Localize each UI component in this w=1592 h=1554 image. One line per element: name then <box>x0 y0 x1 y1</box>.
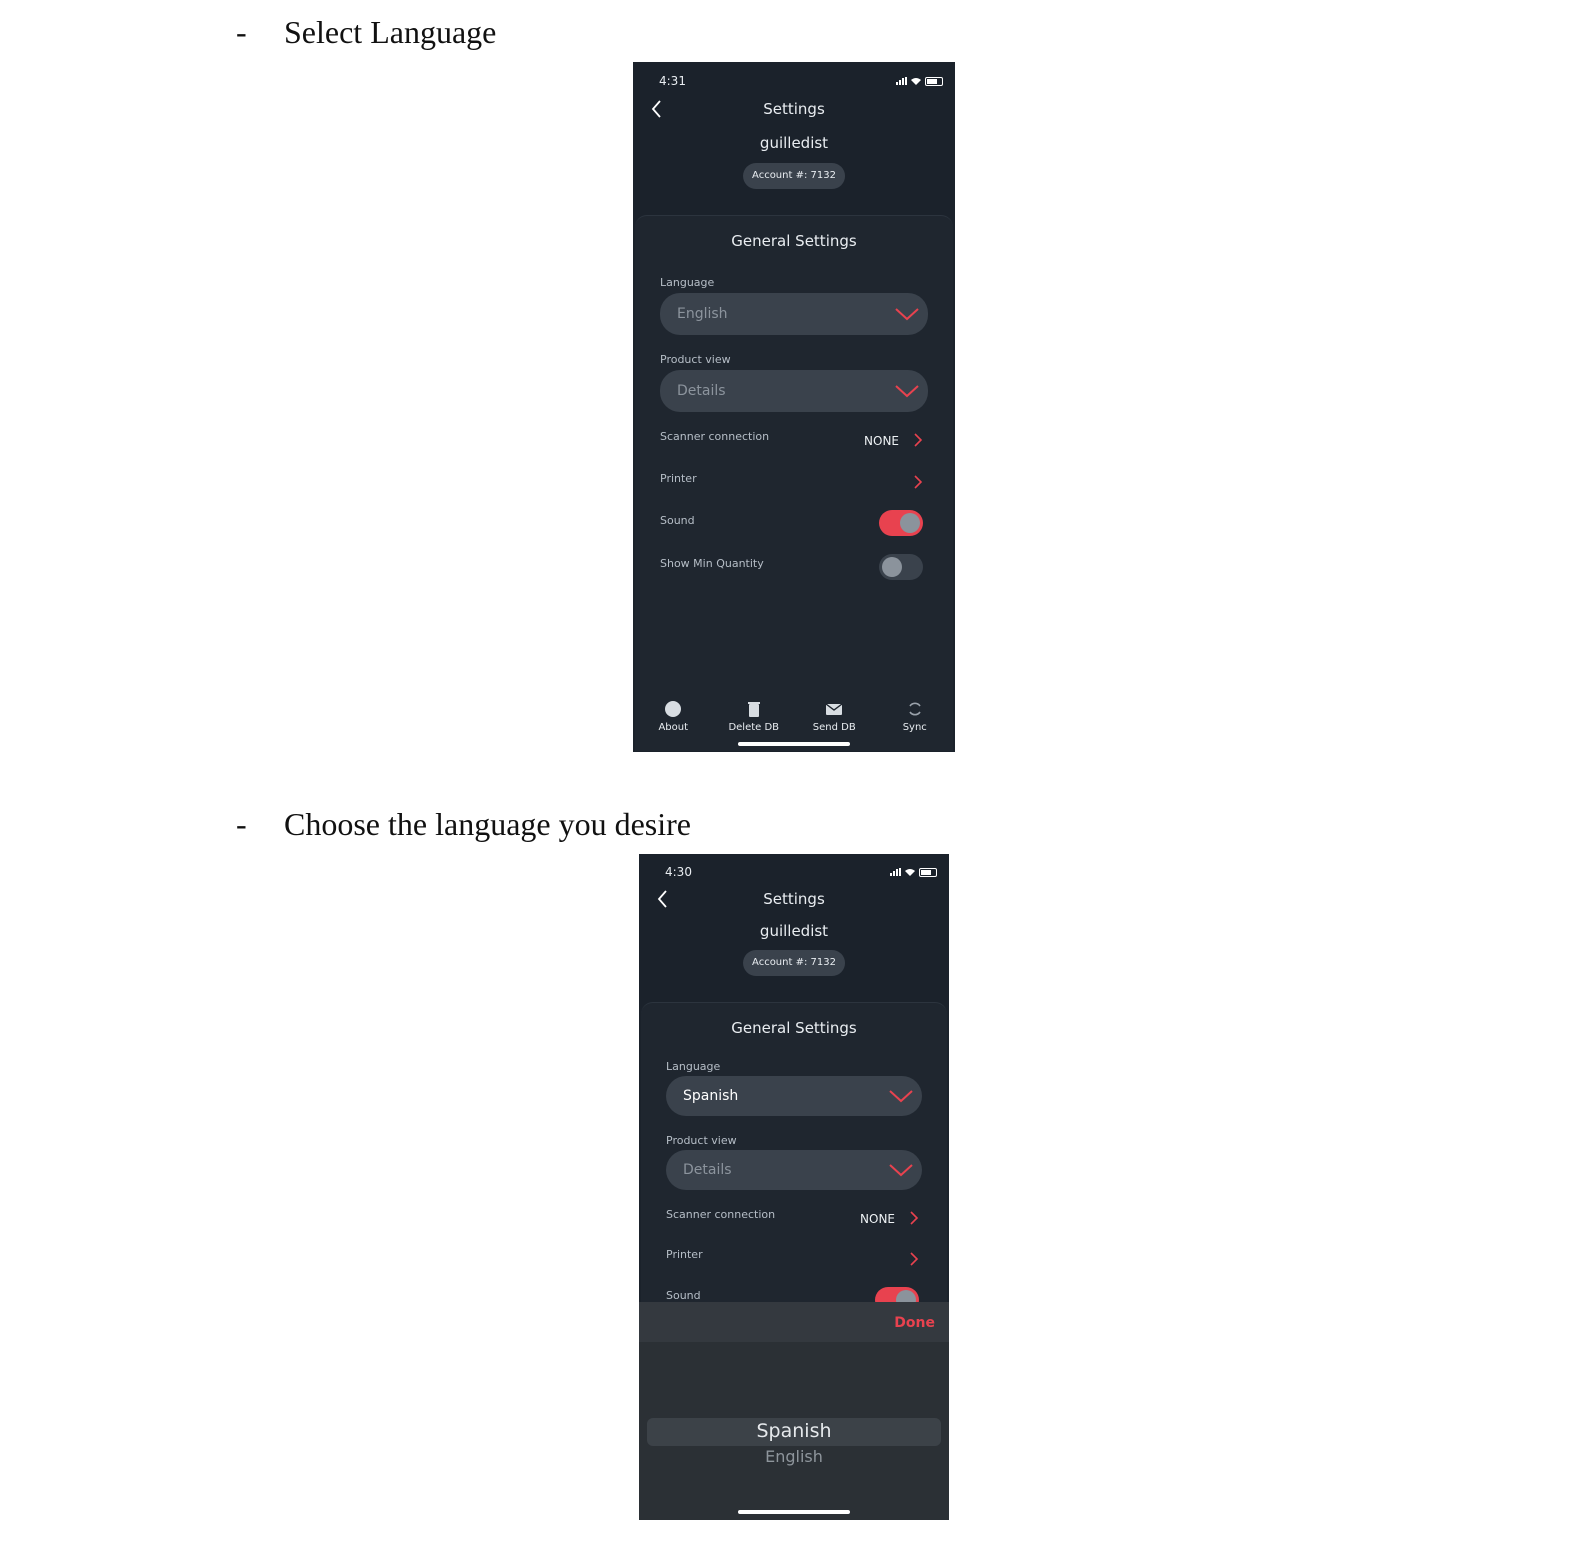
step-text: Select Language <box>284 14 497 50</box>
chevron-right-icon[interactable] <box>913 474 923 490</box>
language-select[interactable]: English <box>660 293 928 335</box>
scanner-value[interactable]: NONE <box>864 434 899 448</box>
status-time: 4:30 <box>665 865 692 879</box>
product-view-select[interactable]: Details <box>666 1150 922 1190</box>
section-title: General Settings <box>731 232 857 250</box>
min-qty-toggle[interactable] <box>879 554 923 580</box>
battery-icon <box>925 76 943 86</box>
phone-screenshot-language-picker: 4:30 Settings guilledist Account #: 7132… <box>639 854 949 1520</box>
product-view-label: Product view <box>660 353 731 366</box>
username: guilledist <box>759 922 829 940</box>
min-qty-label: Show Min Quantity <box>660 557 764 570</box>
chevron-right-icon[interactable] <box>909 1210 919 1226</box>
tab-send-db[interactable]: Send DB <box>799 700 869 733</box>
back-chevron-icon[interactable] <box>653 888 675 910</box>
status-bar: 4:30 <box>665 865 937 879</box>
picker-option-spanish[interactable]: Spanish <box>639 1420 949 1442</box>
wifi-icon <box>911 78 921 85</box>
scanner-label: Scanner connection <box>660 430 770 443</box>
language-value: Spanish <box>683 1088 739 1104</box>
printer-label: Printer <box>666 1248 703 1261</box>
product-view-value: Details <box>683 1162 732 1178</box>
battery-icon <box>919 867 937 877</box>
language-label: Language <box>666 1060 721 1073</box>
tab-sync[interactable]: Sync <box>880 700 950 733</box>
step-bullet: - <box>236 14 247 50</box>
language-picker-sheet: Done Spanish English <box>639 1302 949 1520</box>
account-badge: Account #: 7132 <box>743 950 845 976</box>
wifi-icon <box>905 869 915 876</box>
step-1: - Select Language <box>236 14 496 51</box>
username: guilledist <box>759 134 829 152</box>
scanner-value[interactable]: NONE <box>860 1212 895 1226</box>
tab-delete-db[interactable]: Delete DB <box>719 700 789 733</box>
chevron-down-icon <box>895 385 919 398</box>
chevron-down-icon <box>889 1164 913 1177</box>
account-badge: Account #: 7132 <box>743 163 845 189</box>
sound-label: Sound <box>666 1289 701 1302</box>
language-label: Language <box>660 276 715 289</box>
product-view-value: Details <box>677 383 726 399</box>
status-bar: 4:31 <box>659 74 943 88</box>
general-settings-card: General Settings Language English Produc… <box>635 215 953 751</box>
chevron-right-icon[interactable] <box>909 1251 919 1267</box>
home-indicator <box>738 1510 850 1514</box>
status-time: 4:31 <box>659 74 686 88</box>
bottom-toolbar: About Delete DB Send DB Sync <box>633 700 955 733</box>
picker-toolbar: Done <box>639 1302 949 1342</box>
mail-icon <box>825 703 843 715</box>
page-title: Settings <box>763 100 825 118</box>
page-title: Settings <box>763 890 825 908</box>
phone-screenshot-settings: 4:31 Settings guilledist Account #: 7132… <box>633 62 955 752</box>
tab-label: Delete DB <box>728 722 780 733</box>
language-value: English <box>677 306 728 322</box>
tab-about[interactable]: About <box>638 700 708 733</box>
sound-toggle[interactable] <box>879 510 923 536</box>
done-button[interactable]: Done <box>894 1315 935 1331</box>
printer-label: Printer <box>660 472 697 485</box>
scanner-label: Scanner connection <box>666 1208 776 1221</box>
signal-icon <box>896 77 907 85</box>
picker-option-english[interactable]: English <box>639 1447 949 1466</box>
product-view-label: Product view <box>666 1134 737 1147</box>
step-bullet: - <box>236 806 247 842</box>
sound-label: Sound <box>660 514 695 527</box>
about-icon <box>665 701 682 717</box>
trash-icon <box>747 702 760 717</box>
home-indicator <box>738 742 850 746</box>
sync-icon <box>909 702 921 716</box>
chevron-down-icon <box>895 308 919 321</box>
section-title: General Settings <box>731 1019 857 1037</box>
step-text: Choose the language you desire <box>284 806 691 842</box>
nav-bar: Settings <box>639 888 949 910</box>
step-2: - Choose the language you desire <box>236 806 691 843</box>
chevron-down-icon <box>889 1090 913 1103</box>
signal-icon <box>890 868 901 876</box>
tab-label: About <box>658 722 689 733</box>
tab-label: Send DB <box>812 722 856 733</box>
language-select[interactable]: Spanish <box>666 1076 922 1116</box>
chevron-right-icon[interactable] <box>913 432 923 448</box>
product-view-select[interactable]: Details <box>660 370 928 412</box>
tab-label: Sync <box>902 722 927 733</box>
back-chevron-icon[interactable] <box>647 98 669 120</box>
nav-bar: Settings <box>633 98 955 120</box>
